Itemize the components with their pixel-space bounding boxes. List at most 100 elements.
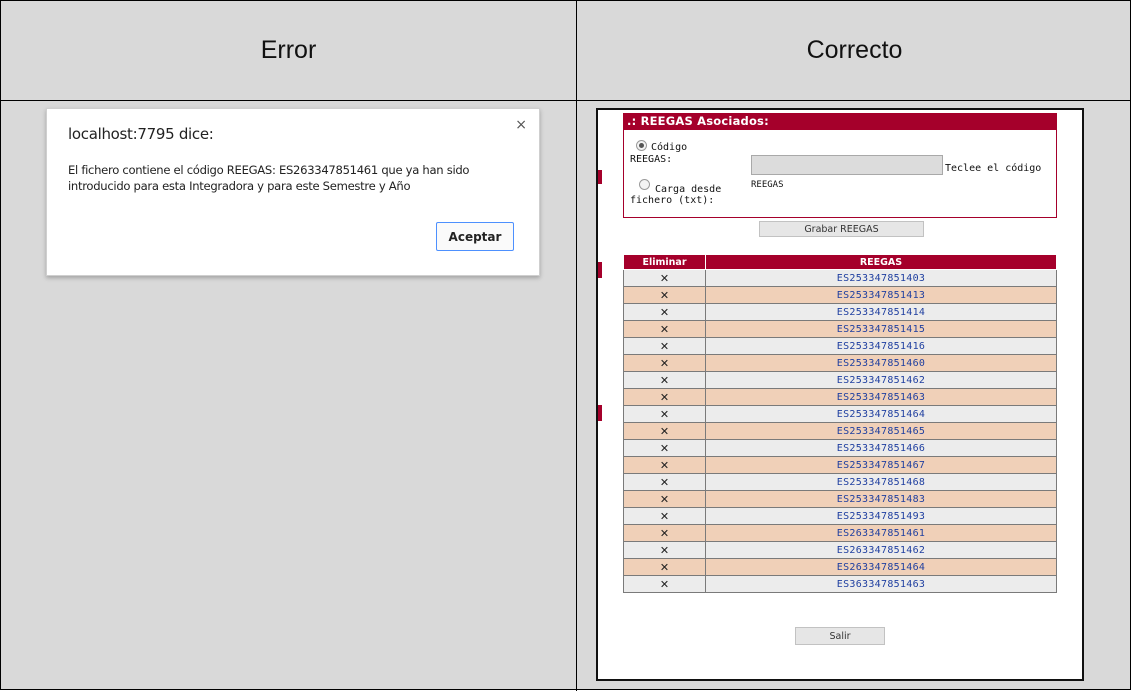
reegas-code-link[interactable]: ES253347851414 xyxy=(837,307,926,318)
reegas-code-link[interactable]: ES253347851464 xyxy=(837,409,926,420)
close-icon[interactable]: × xyxy=(515,117,527,133)
radio-codigo-label-1: Código xyxy=(651,142,688,153)
background-edge xyxy=(598,405,602,421)
delete-icon[interactable]: ✕ xyxy=(660,357,669,370)
reegas-cell: ES253347851403 xyxy=(705,269,1057,287)
table-row: ✕ ES253347851413 xyxy=(623,286,1057,304)
table-row: ✕ ES263347851461 xyxy=(623,524,1057,542)
reegas-cell: ES263347851461 xyxy=(705,524,1057,542)
delete-icon[interactable]: ✕ xyxy=(660,272,669,285)
table-row: ✕ ES263347851462 xyxy=(623,541,1057,559)
alert-dialog: localhost:7795 dice: × El fichero contie… xyxy=(46,108,540,276)
salir-button[interactable]: Salir xyxy=(795,627,885,645)
delete-icon[interactable]: ✕ xyxy=(660,476,669,489)
reegas-cell: ES253347851467 xyxy=(705,456,1057,474)
reegas-cell: ES253347851466 xyxy=(705,439,1057,457)
delete-cell: ✕ xyxy=(623,371,706,389)
reegas-table: Eliminar REEGAS ✕ ES253347851403 ✕ ES253347… xyxy=(623,254,1057,593)
delete-cell: ✕ xyxy=(623,473,706,491)
delete-icon[interactable]: ✕ xyxy=(660,374,669,387)
reegas-code-link[interactable]: ES253347851483 xyxy=(837,494,926,505)
reegas-code-link[interactable]: ES253347851460 xyxy=(837,358,926,369)
delete-icon[interactable]: ✕ xyxy=(660,323,669,336)
reegas-cell: ES253347851413 xyxy=(705,286,1057,304)
reegas-code-link[interactable]: ES263347851461 xyxy=(837,528,926,539)
delete-icon[interactable]: ✕ xyxy=(660,391,669,404)
reegas-code-link[interactable]: ES253347851416 xyxy=(837,341,926,352)
table-row: ✕ ES253347851463 xyxy=(623,388,1057,406)
table-row: ✕ ES253347851414 xyxy=(623,303,1057,321)
reegas-code-link[interactable]: ES263347851462 xyxy=(837,545,926,556)
radio-codigo-label-2: REEGAS: xyxy=(630,154,673,165)
delete-cell: ✕ xyxy=(623,507,706,525)
reegas-code-link[interactable]: ES253347851467 xyxy=(837,460,926,471)
delete-icon[interactable]: ✕ xyxy=(660,510,669,523)
delete-cell: ✕ xyxy=(623,439,706,457)
delete-cell: ✕ xyxy=(623,541,706,559)
reegas-code-link[interactable]: ES253347851465 xyxy=(837,426,926,437)
reegas-code-link[interactable]: ES253347851463 xyxy=(837,392,926,403)
reegas-code-link[interactable]: ES263347851464 xyxy=(837,562,926,573)
delete-cell: ✕ xyxy=(623,388,706,406)
col-eliminar-header: Eliminar xyxy=(623,254,706,270)
reegas-code-link[interactable]: ES253347851415 xyxy=(837,324,926,335)
delete-icon[interactable]: ✕ xyxy=(660,493,669,506)
delete-icon[interactable]: ✕ xyxy=(660,527,669,540)
reegas-cell: ES253347851483 xyxy=(705,490,1057,508)
reegas-code-link[interactable]: ES253347851466 xyxy=(837,443,926,454)
reegas-code-link[interactable]: ES253347851413 xyxy=(837,290,926,301)
delete-icon[interactable]: ✕ xyxy=(660,306,669,319)
grabar-reegas-button[interactable]: Grabar REEGAS xyxy=(759,221,924,237)
panel-title: .: REEGAS Asociados: xyxy=(624,113,1056,130)
table-row: ✕ ES363347851463 xyxy=(623,575,1057,593)
radio-fichero[interactable] xyxy=(639,179,650,190)
table-row: ✕ ES253347851460 xyxy=(623,354,1057,372)
delete-cell: ✕ xyxy=(623,422,706,440)
reegas-cell: ES253347851414 xyxy=(705,303,1057,321)
delete-icon[interactable]: ✕ xyxy=(660,442,669,455)
dialog-title: localhost:7795 dice: xyxy=(68,125,214,143)
accept-button[interactable]: Aceptar xyxy=(436,222,514,251)
delete-cell: ✕ xyxy=(623,575,706,593)
background-edge xyxy=(598,262,602,278)
reegas-cell: ES253347851463 xyxy=(705,388,1057,406)
delete-icon[interactable]: ✕ xyxy=(660,425,669,438)
reegas-cell: ES363347851463 xyxy=(705,575,1057,593)
table-row: ✕ ES253347851403 xyxy=(623,269,1057,287)
reegas-code-link[interactable]: ES363347851463 xyxy=(837,579,926,590)
reegas-code-link[interactable]: ES253347851493 xyxy=(837,511,926,522)
reegas-code-input[interactable] xyxy=(751,155,943,175)
reegas-cell: ES253347851416 xyxy=(705,337,1057,355)
reegas-code-link[interactable]: ES253347851403 xyxy=(837,273,926,284)
delete-icon[interactable]: ✕ xyxy=(660,544,669,557)
delete-cell: ✕ xyxy=(623,558,706,576)
input-hint-1: Teclee el código xyxy=(945,163,1042,174)
table-row: ✕ ES253347851467 xyxy=(623,456,1057,474)
reegas-cell: ES253347851465 xyxy=(705,422,1057,440)
reegas-cell: ES253347851415 xyxy=(705,320,1057,338)
delete-cell: ✕ xyxy=(623,456,706,474)
input-hint-2: REEGAS xyxy=(751,180,784,190)
radio-codigo[interactable] xyxy=(636,140,647,151)
reegas-code-link[interactable]: ES253347851468 xyxy=(837,477,926,488)
background-edge xyxy=(598,170,602,184)
radio-fichero-label-2: fichero (txt): xyxy=(630,195,715,206)
delete-icon[interactable]: ✕ xyxy=(660,340,669,353)
delete-icon[interactable]: ✕ xyxy=(660,408,669,421)
delete-icon[interactable]: ✕ xyxy=(660,289,669,302)
table-row: ✕ ES253347851464 xyxy=(623,405,1057,423)
reegas-cell: ES253347851462 xyxy=(705,371,1057,389)
reegas-cell: ES253347851464 xyxy=(705,405,1057,423)
column-divider xyxy=(576,1,577,691)
delete-icon[interactable]: ✕ xyxy=(660,561,669,574)
table-row: ✕ ES253347851466 xyxy=(623,439,1057,457)
delete-icon[interactable]: ✕ xyxy=(660,578,669,591)
reegas-cell: ES263347851464 xyxy=(705,558,1057,576)
table-row: ✕ ES253347851462 xyxy=(623,371,1057,389)
header-divider xyxy=(1,100,1131,101)
delete-cell: ✕ xyxy=(623,269,706,287)
reegas-code-link[interactable]: ES253347851462 xyxy=(837,375,926,386)
delete-icon[interactable]: ✕ xyxy=(660,459,669,472)
reegas-cell: ES253347851460 xyxy=(705,354,1057,372)
error-column-header: Error xyxy=(260,36,317,64)
